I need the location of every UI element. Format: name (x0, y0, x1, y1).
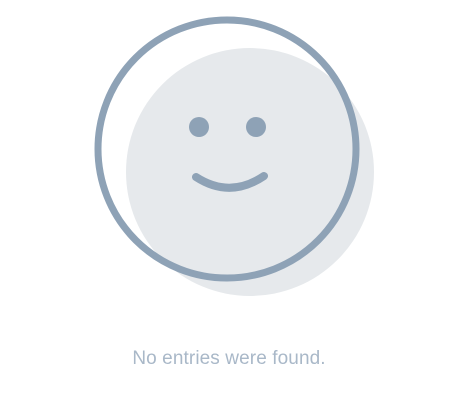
right-eye (246, 117, 266, 137)
empty-state: No entries were found. (0, 0, 458, 412)
smiley-face-icon (94, 16, 374, 296)
empty-message: No entries were found. (132, 348, 326, 369)
left-eye (189, 117, 209, 137)
